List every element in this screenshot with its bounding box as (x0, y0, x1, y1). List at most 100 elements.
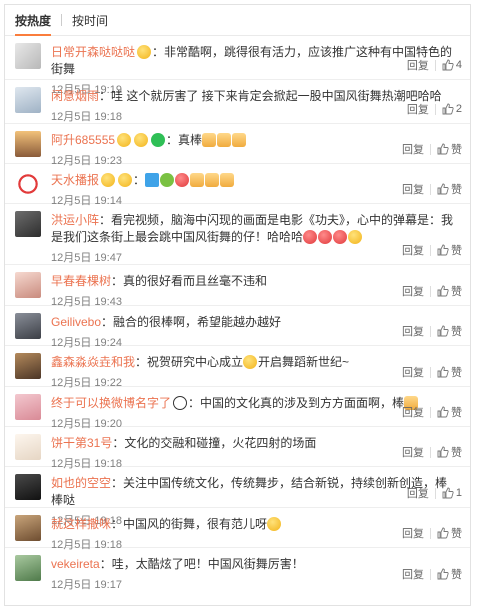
comment-username[interactable]: 终于可以换微博名字了 (51, 396, 171, 410)
tab-sort-by-hot[interactable]: 按热度 (15, 12, 51, 29)
thumbs-up-icon (437, 406, 449, 418)
avatar[interactable] (15, 313, 41, 339)
comment-username[interactable]: vekeireta (51, 557, 100, 571)
avatar[interactable] (15, 353, 41, 379)
comment-username[interactable]: 天水播报 (51, 173, 99, 187)
comment-time: 12月5日 19:47 (51, 252, 122, 264)
action-divider (430, 568, 431, 580)
comment-item: 终于可以换微博名字了 ：中国的文化真的涉及到方方面面啊，棒 12月5日 19:20… (5, 387, 470, 430)
avatar[interactable] (15, 131, 41, 157)
like-button[interactable]: 赞 (437, 364, 462, 380)
reply-button[interactable]: 回复 (402, 242, 424, 258)
action-divider (430, 244, 431, 256)
comment-username[interactable]: 鑫森淼焱垚和我 (51, 355, 135, 369)
like-count: 4 (455, 59, 462, 71)
comment-text: ：中国的文化真的涉及到方方面面啊，棒 (188, 396, 405, 410)
action-divider (430, 406, 431, 418)
comment-username[interactable]: Geilivebo (51, 315, 101, 329)
action-divider (430, 446, 431, 458)
avatar[interactable] (15, 43, 41, 69)
comment-text: ：祝贺研究中心成立 (135, 355, 244, 369)
like-button[interactable]: 4 (442, 59, 462, 71)
comment-item: 日常开森哒哒哒 ：非常酷啊，跳得很有活力，应该推广这种有中国特色的街舞 12月5日… (5, 36, 470, 96)
avatar[interactable] (15, 87, 41, 113)
tab-sort-by-time[interactable]: 按时间 (72, 12, 108, 29)
action-divider (430, 325, 431, 337)
like-button[interactable]: 2 (442, 103, 462, 115)
laughing-emoji-icon (318, 230, 333, 244)
comment-item: 如也的空空：关注中国传统文化，传统舞步，结合新锐，持续创新创造，棒棒哒 12月5… (5, 467, 470, 527)
comment-text: ：文化的交融和碰撞，火花四射的场面 (112, 436, 317, 450)
comment-username[interactable]: 阿升685555 (51, 133, 115, 147)
like-button[interactable]: 赞 (437, 141, 462, 157)
like-button[interactable]: 赞 (437, 525, 462, 541)
like-label: 赞 (451, 367, 462, 379)
like-button[interactable]: 赞 (437, 404, 462, 420)
action-divider (430, 285, 431, 297)
comment-username[interactable]: 闲意烟雨 (51, 89, 99, 103)
member-badge-icon (118, 173, 133, 187)
comment-username[interactable]: 日常开森哒哒哒 (51, 45, 135, 59)
tab-divider (61, 14, 63, 26)
reply-button[interactable]: 回复 (402, 444, 424, 460)
reply-button[interactable]: 回复 (407, 101, 429, 117)
reply-button[interactable]: 回复 (402, 364, 424, 380)
like-button[interactable]: 赞 (437, 181, 462, 197)
comment-item: 洪运小阵：看完视频，脑海中闪现的画面是电影《功夫》，心中的弹幕是：我是我们这条街… (5, 204, 470, 265)
action-divider (434, 103, 436, 115)
like-button[interactable]: 1 (442, 487, 462, 499)
comment-item: 天水播报： 12月5日 19:14 回复 赞 (5, 164, 470, 207)
panda-emoji-icon (173, 396, 188, 410)
like-label: 赞 (451, 407, 462, 419)
comment-item: 鑫森淼焱垚和我：祝贺研究中心成立 开启舞蹈新世纪~ 12月5日 19:22 回复 … (5, 346, 470, 389)
avatar[interactable] (15, 272, 41, 298)
music-note-emoji-icon (145, 173, 160, 187)
verified-v-icon (101, 173, 116, 187)
reply-button[interactable]: 回复 (407, 57, 429, 73)
smile-emoji-icon (243, 355, 258, 369)
thumbs-up-icon (437, 527, 449, 539)
reply-button[interactable]: 回复 (402, 141, 424, 157)
thumbs-up-icon (437, 285, 449, 297)
like-label: 赞 (451, 447, 462, 459)
avatar[interactable] (15, 434, 41, 460)
avatar[interactable] (15, 555, 41, 581)
thumbs-up-icon (442, 59, 454, 71)
reply-button[interactable]: 回复 (402, 323, 424, 339)
member-badge-icon (134, 133, 149, 147)
thumbs-up-emoji-icon (232, 133, 247, 147)
action-divider (430, 143, 431, 155)
comment-username[interactable]: 早春春棵树 (51, 274, 111, 288)
comment-username[interactable]: 就这样撒咪 (51, 517, 111, 531)
like-button[interactable]: 赞 (437, 323, 462, 339)
comment-item: Geilivebo：融合的很棒啊，希望能越办越好 12月5日 19:24 回复 … (5, 306, 470, 349)
reply-button[interactable]: 回复 (407, 485, 429, 501)
comment-username[interactable]: 洪运小阵 (51, 213, 99, 227)
action-divider (434, 59, 436, 71)
comment-username[interactable]: 饼干第31号 (51, 436, 112, 450)
thumbs-up-icon (437, 244, 449, 256)
like-label: 赞 (451, 286, 462, 298)
like-button[interactable]: 赞 (437, 283, 462, 299)
laughing-emoji-icon (333, 230, 348, 244)
avatar[interactable] (15, 171, 41, 197)
thumbs-up-emoji-icon (217, 133, 232, 147)
like-button[interactable]: 赞 (437, 444, 462, 460)
reply-button[interactable]: 回复 (402, 283, 424, 299)
like-label: 赞 (451, 245, 462, 257)
like-button[interactable]: 赞 (437, 242, 462, 258)
reply-button[interactable]: 回复 (402, 404, 424, 420)
laughing-emoji-icon (303, 230, 318, 244)
comment-text: ：中国风的街舞，很有范儿呀 (111, 517, 268, 531)
avatar[interactable] (15, 394, 41, 420)
comment-text: ：真的很好看而且丝毫不违和 (111, 274, 268, 288)
avatar[interactable] (15, 211, 41, 237)
reply-button[interactable]: 回复 (402, 566, 424, 582)
like-button[interactable]: 赞 (437, 566, 462, 582)
avatar[interactable] (15, 515, 41, 541)
reply-button[interactable]: 回复 (402, 525, 424, 541)
thumbs-up-icon (437, 568, 449, 580)
avatar[interactable] (15, 474, 41, 500)
reply-button[interactable]: 回复 (402, 181, 424, 197)
comment-username[interactable]: 如也的空空 (51, 476, 111, 490)
